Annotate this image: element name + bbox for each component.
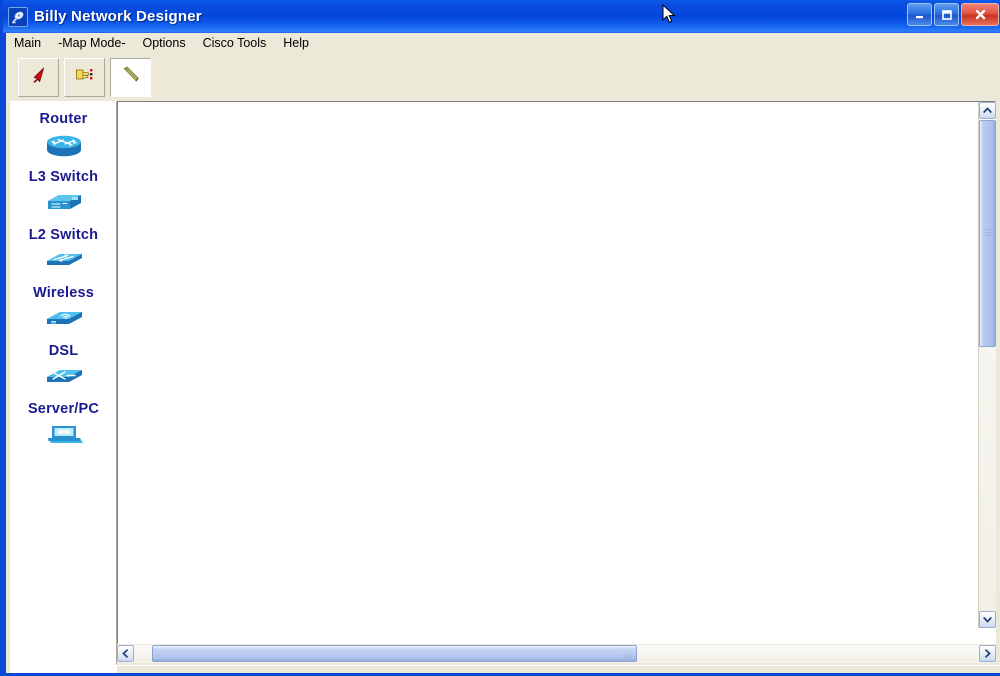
- palette-item-router[interactable]: Router: [11, 111, 116, 160]
- app-window: Billy Network Designer Main -Map Mode- O…: [0, 0, 1000, 676]
- menu-item-main[interactable]: Main: [6, 34, 49, 53]
- canvas-drawing-surface[interactable]: [118, 102, 995, 643]
- maximize-button[interactable]: [934, 3, 959, 26]
- satellite-dish-icon: [8, 6, 28, 27]
- palette-item-wireless[interactable]: Wireless: [11, 285, 116, 334]
- red-arrow-cursor-icon: [28, 64, 50, 91]
- palette-item-l3-switch[interactable]: L3 Switch: [11, 169, 116, 218]
- palette-label: L3 Switch: [28, 169, 99, 185]
- scroll-down-button[interactable]: [979, 611, 996, 628]
- title-bar: Billy Network Designer: [3, 0, 1000, 33]
- network-canvas[interactable]: [117, 101, 996, 644]
- cisco-router-icon: [37, 130, 91, 160]
- palette-item-server-pc[interactable]: Server/PC: [11, 401, 116, 450]
- move-tool-button[interactable]: [64, 57, 105, 97]
- toolbar: [6, 53, 1000, 101]
- palette-item-l2-switch[interactable]: L2 Switch: [11, 227, 116, 276]
- hand-pointer-icon: [74, 64, 96, 91]
- window-controls: [907, 3, 999, 26]
- horizontal-scrollbar[interactable]: [117, 645, 996, 663]
- vertical-scroll-thumb[interactable]: [979, 120, 996, 347]
- pencil-icon: [120, 64, 142, 91]
- device-palette: Router L3 Switch L2 Switch Wireless DSL …: [10, 101, 117, 665]
- scroll-right-button[interactable]: [979, 645, 996, 662]
- horizontal-scroll-thumb[interactable]: [152, 645, 637, 662]
- menu-item-options[interactable]: Options: [134, 34, 193, 53]
- cisco-wireless-ap-icon: [37, 304, 91, 334]
- palette-item-dsl[interactable]: DSL: [11, 343, 116, 392]
- palette-label: L2 Switch: [28, 227, 99, 243]
- select-tool-button[interactable]: [18, 57, 59, 97]
- minimize-button[interactable]: [907, 3, 932, 26]
- cisco-l2-switch-icon: [37, 246, 91, 276]
- status-bar: [117, 665, 1000, 673]
- window-title: Billy Network Designer: [34, 8, 202, 25]
- scroll-up-button[interactable]: [979, 102, 996, 119]
- vertical-scrollbar[interactable]: [978, 102, 996, 628]
- menu-item-map-mode[interactable]: -Map Mode-: [50, 34, 133, 53]
- menu-item-help[interactable]: Help: [275, 34, 317, 53]
- cisco-server-pc-icon: [37, 420, 91, 450]
- close-button[interactable]: [961, 3, 999, 26]
- palette-label: Wireless: [32, 285, 95, 301]
- palette-footer: [10, 665, 117, 673]
- menu-item-cisco-tools[interactable]: Cisco Tools: [195, 34, 275, 53]
- cisco-dsl-modem-icon: [37, 362, 91, 392]
- menu-bar: Main -Map Mode- Options Cisco Tools Help: [6, 33, 1000, 53]
- palette-label: Router: [39, 111, 88, 127]
- client-area: Router L3 Switch L2 Switch Wireless DSL …: [6, 101, 1000, 673]
- draw-link-tool-button[interactable]: [110, 57, 151, 97]
- palette-label: DSL: [48, 343, 79, 359]
- cisco-l3-switch-icon: [37, 188, 91, 218]
- palette-label: Server/PC: [27, 401, 100, 417]
- scroll-left-button[interactable]: [117, 645, 134, 662]
